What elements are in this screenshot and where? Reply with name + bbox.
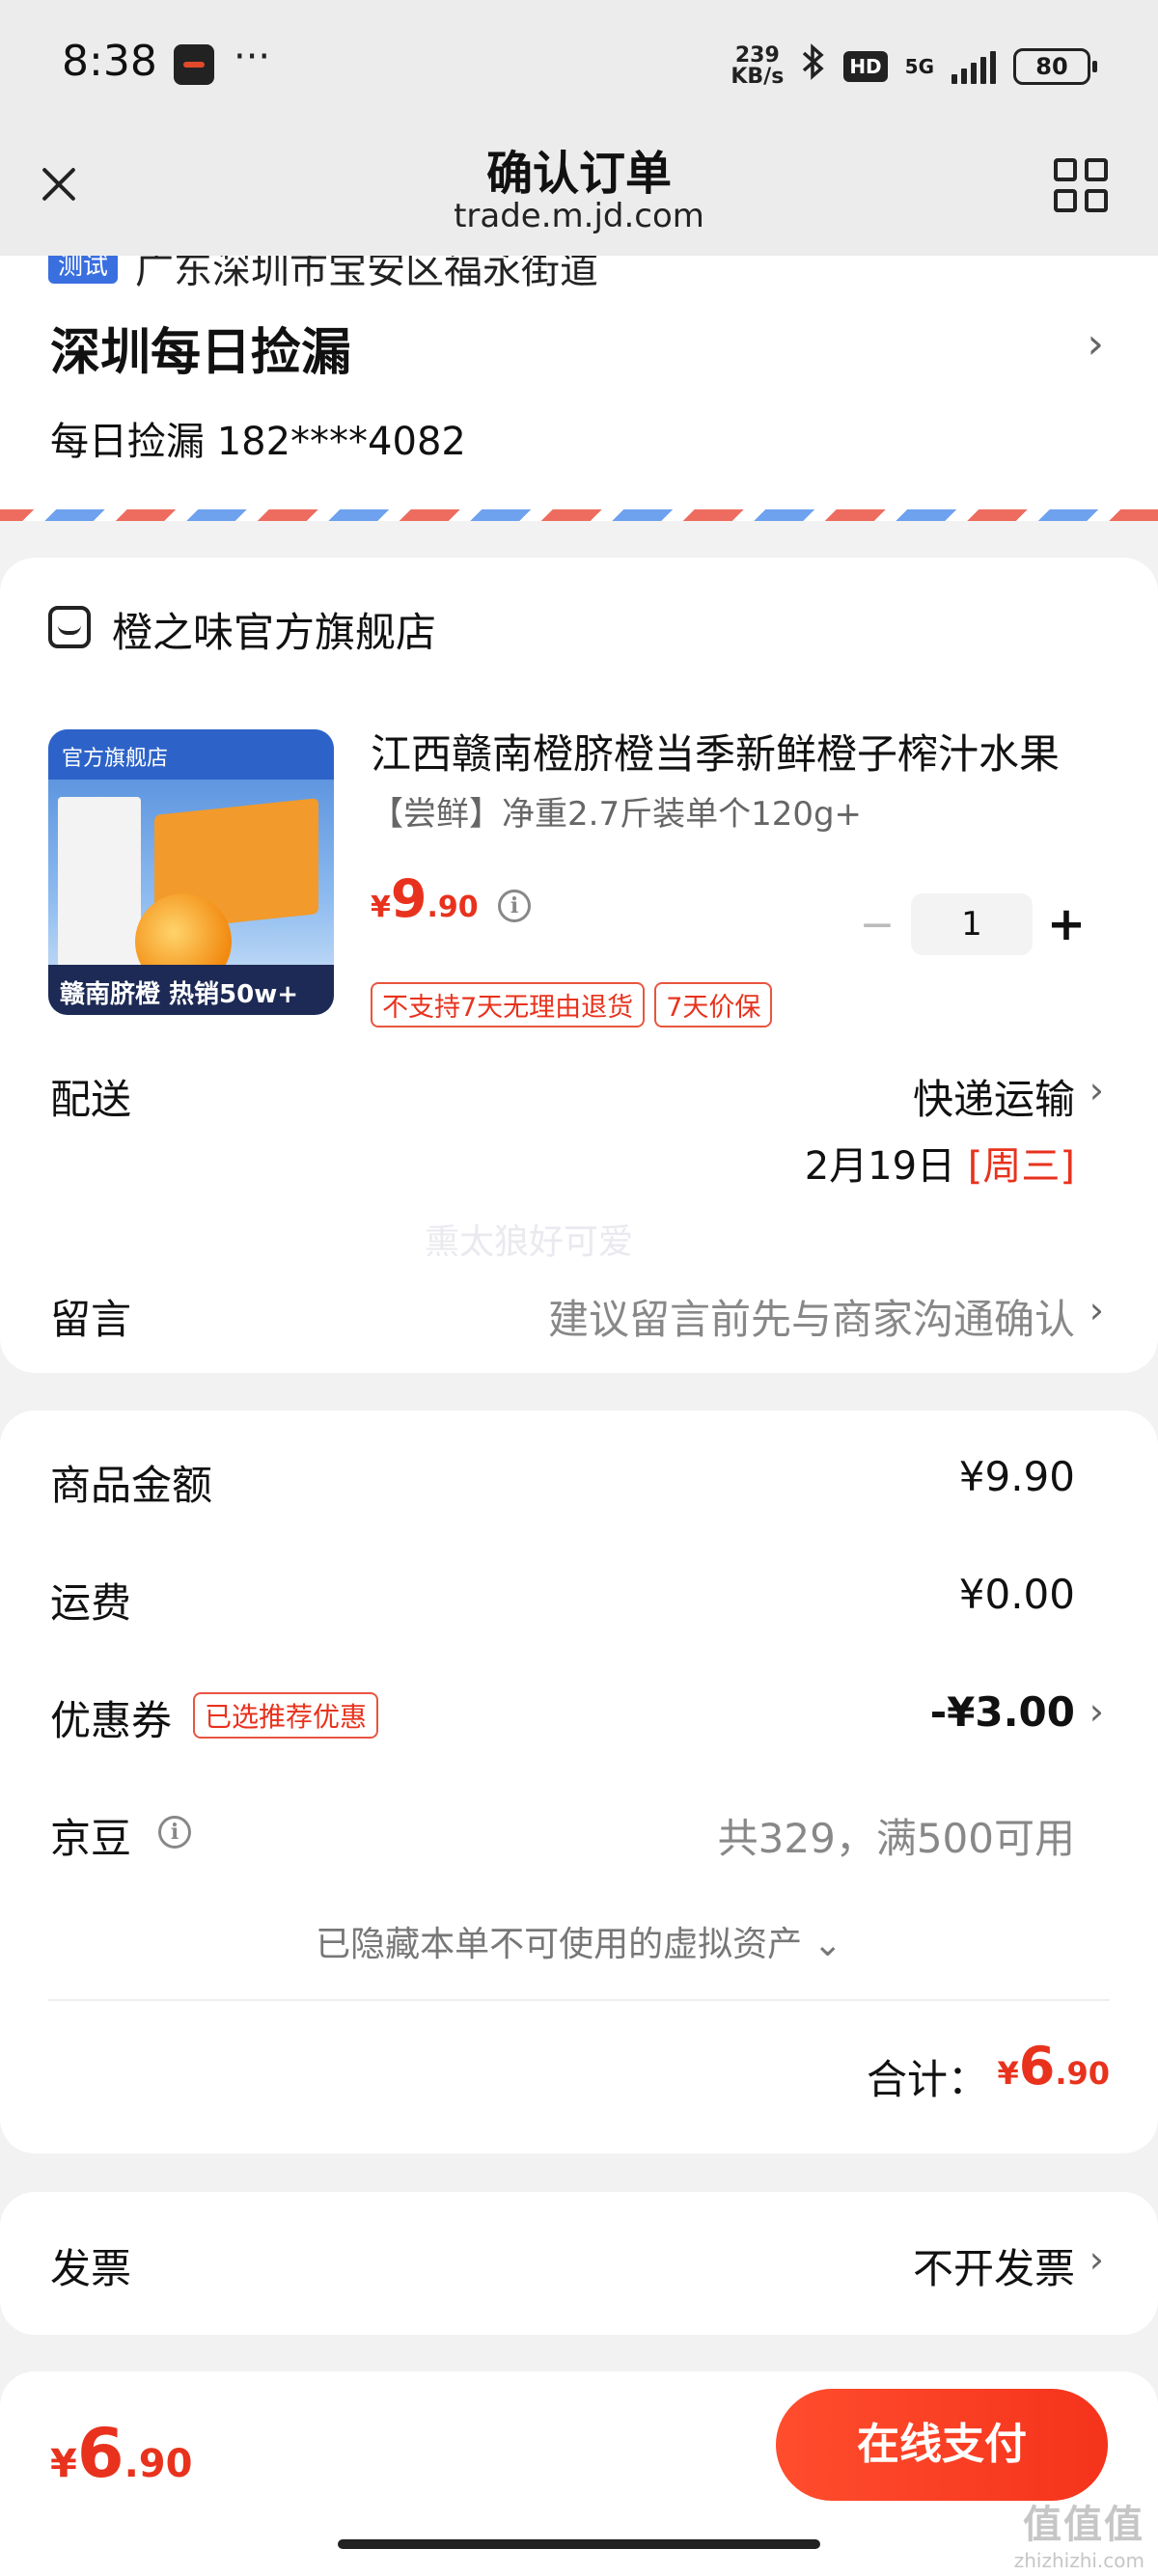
product-title[interactable]: 江西赣南橙脐橙当季新鲜橙子榨汁水果 [371,722,1104,781]
message-label: 留言 [50,1296,132,1343]
invoice-row[interactable]: 发票 不开发票 › [0,2192,1158,2335]
decrease-button[interactable]: − [843,900,911,949]
shipping-value: ¥0.00 [958,1571,1075,1618]
product-tag: 不支持7天无理由退货 [371,982,646,1028]
corner-watermark-logo: 值值值 [1023,2503,1144,2547]
page-title: 确认订单 [485,147,672,201]
watermark-text: 熏太狼好可爱 [425,1222,634,1262]
goods-amount-label: 商品金额 [50,1462,213,1509]
address-section[interactable]: 测试 广东深圳市宝安区福永街道 深圳每日捡漏 › 每日捡漏 182****408… [0,256,1158,521]
network-speed: 239 KB/s [731,45,784,88]
status-bar: 8:38 ··· 239 KB/s HD 5G 80 [0,0,1158,135]
network-speed-unit: KB/s [731,65,785,89]
chevron-down-icon: ⌄ [813,1925,842,1964]
coupon-tag: 已选推荐优惠 [193,1692,379,1739]
total-value: ¥6.90 [997,2036,1110,2096]
message-input[interactable]: 建议留言前先与商家沟通确认 [548,1287,1075,1346]
home-indicator[interactable] [338,2539,820,2549]
delivery-label: 配送 [50,1076,132,1123]
airmail-stripe [0,509,1158,521]
corner-watermark-url: zhizhizhi.com [1013,2549,1144,2572]
bluetooth-icon [801,42,826,91]
chevron-right-icon: › [1089,1690,1104,1733]
close-icon[interactable] [35,154,83,212]
invoice-value: 不开发票 [912,2245,1075,2292]
divider [48,1999,1110,2001]
delivery-weekday: [周三] [967,1144,1075,1189]
product-tags: 不支持7天无理由退货 7天价保 [371,982,773,1028]
price-summary-card: 商品金额 ¥9.90 运费 ¥0.00 优惠券 已选推荐优惠 -¥3.00 › … [0,1411,1158,2153]
increase-button[interactable]: + [1033,897,1100,951]
quantity-value[interactable]: 1 [911,893,1033,955]
battery-icon: 80 [1013,48,1097,85]
page-url: trade.m.jd.com [454,197,704,235]
address-name: 深圳每日捡漏 [50,324,352,382]
quantity-stepper: − 1 + [843,893,1100,955]
chevron-right-icon: › [1089,2238,1104,2281]
network-type: 5G [904,55,934,78]
menu-grid-icon[interactable] [1054,158,1108,212]
hd-icon: HD [843,51,888,82]
price-info-icon[interactable]: i [498,890,531,922]
status-indicators: 239 KB/s HD 5G 80 [731,42,1097,91]
coupon-value[interactable]: -¥3.00 [930,1688,1075,1736]
chevron-right-icon: › [1089,1069,1104,1111]
pay-amount: ¥6.90 [50,2414,193,2493]
jd-beans-label: 京豆 [50,1815,132,1862]
chevron-right-icon: › [1087,319,1104,369]
signal-icon [951,49,996,84]
shop-card: 橙之味官方旗舰店 官方旗舰店 赣南脐橙 热销50w+ 江西赣南橙脐橙当季新鲜橙子… [0,558,1158,1373]
coupon-label: 优惠券 [50,1697,173,1744]
product-spec[interactable]: 【尝鲜】净重2.7斤装单个120g+ [371,787,862,835]
goods-amount-value: ¥9.90 [958,1453,1075,1500]
more-notifications-icon: ··· [234,35,271,79]
nav-bar: 确认订单 trade.m.jd.com [0,135,1158,256]
chevron-right-icon: › [1089,1289,1104,1331]
beans-info-icon[interactable]: i [158,1816,191,1849]
product-image-caption: 赣南脐橙 热销50w+ [48,965,334,1015]
store-icon [48,606,91,648]
address-region: 广东深圳市宝安区福永街道 [135,256,598,292]
recorder-app-icon [174,44,214,85]
product-image-banner: 官方旗舰店 [48,729,334,780]
invoice-label: 发票 [50,2245,132,2292]
address-contact: 每日捡漏 182****4082 [50,420,466,464]
total-label: 合计： [866,2056,988,2103]
shipping-label: 运费 [50,1579,132,1627]
delivery-date[interactable]: 2月19日 [周三] [805,1135,1075,1191]
hidden-assets-toggle[interactable]: 已隐藏本单不可使用的虚拟资产 ⌄ [0,1916,1158,1966]
product-image[interactable]: 官方旗舰店 赣南脐橙 热销50w+ [48,729,334,1015]
status-time: 8:38 [62,37,157,86]
product-tag: 7天价保 [654,982,773,1028]
network-speed-value: 239 [734,43,780,68]
pay-online-button[interactable]: 在线支付 [776,2389,1108,2501]
product-price: ¥9.90 [371,868,479,929]
jd-beans-value: 共329，满500可用 [717,1815,1075,1862]
address-tag: 测试 [48,256,119,284]
delivery-method[interactable]: 快递运输 [913,1067,1075,1126]
shop-name[interactable]: 橙之味官方旗舰店 [112,600,436,659]
